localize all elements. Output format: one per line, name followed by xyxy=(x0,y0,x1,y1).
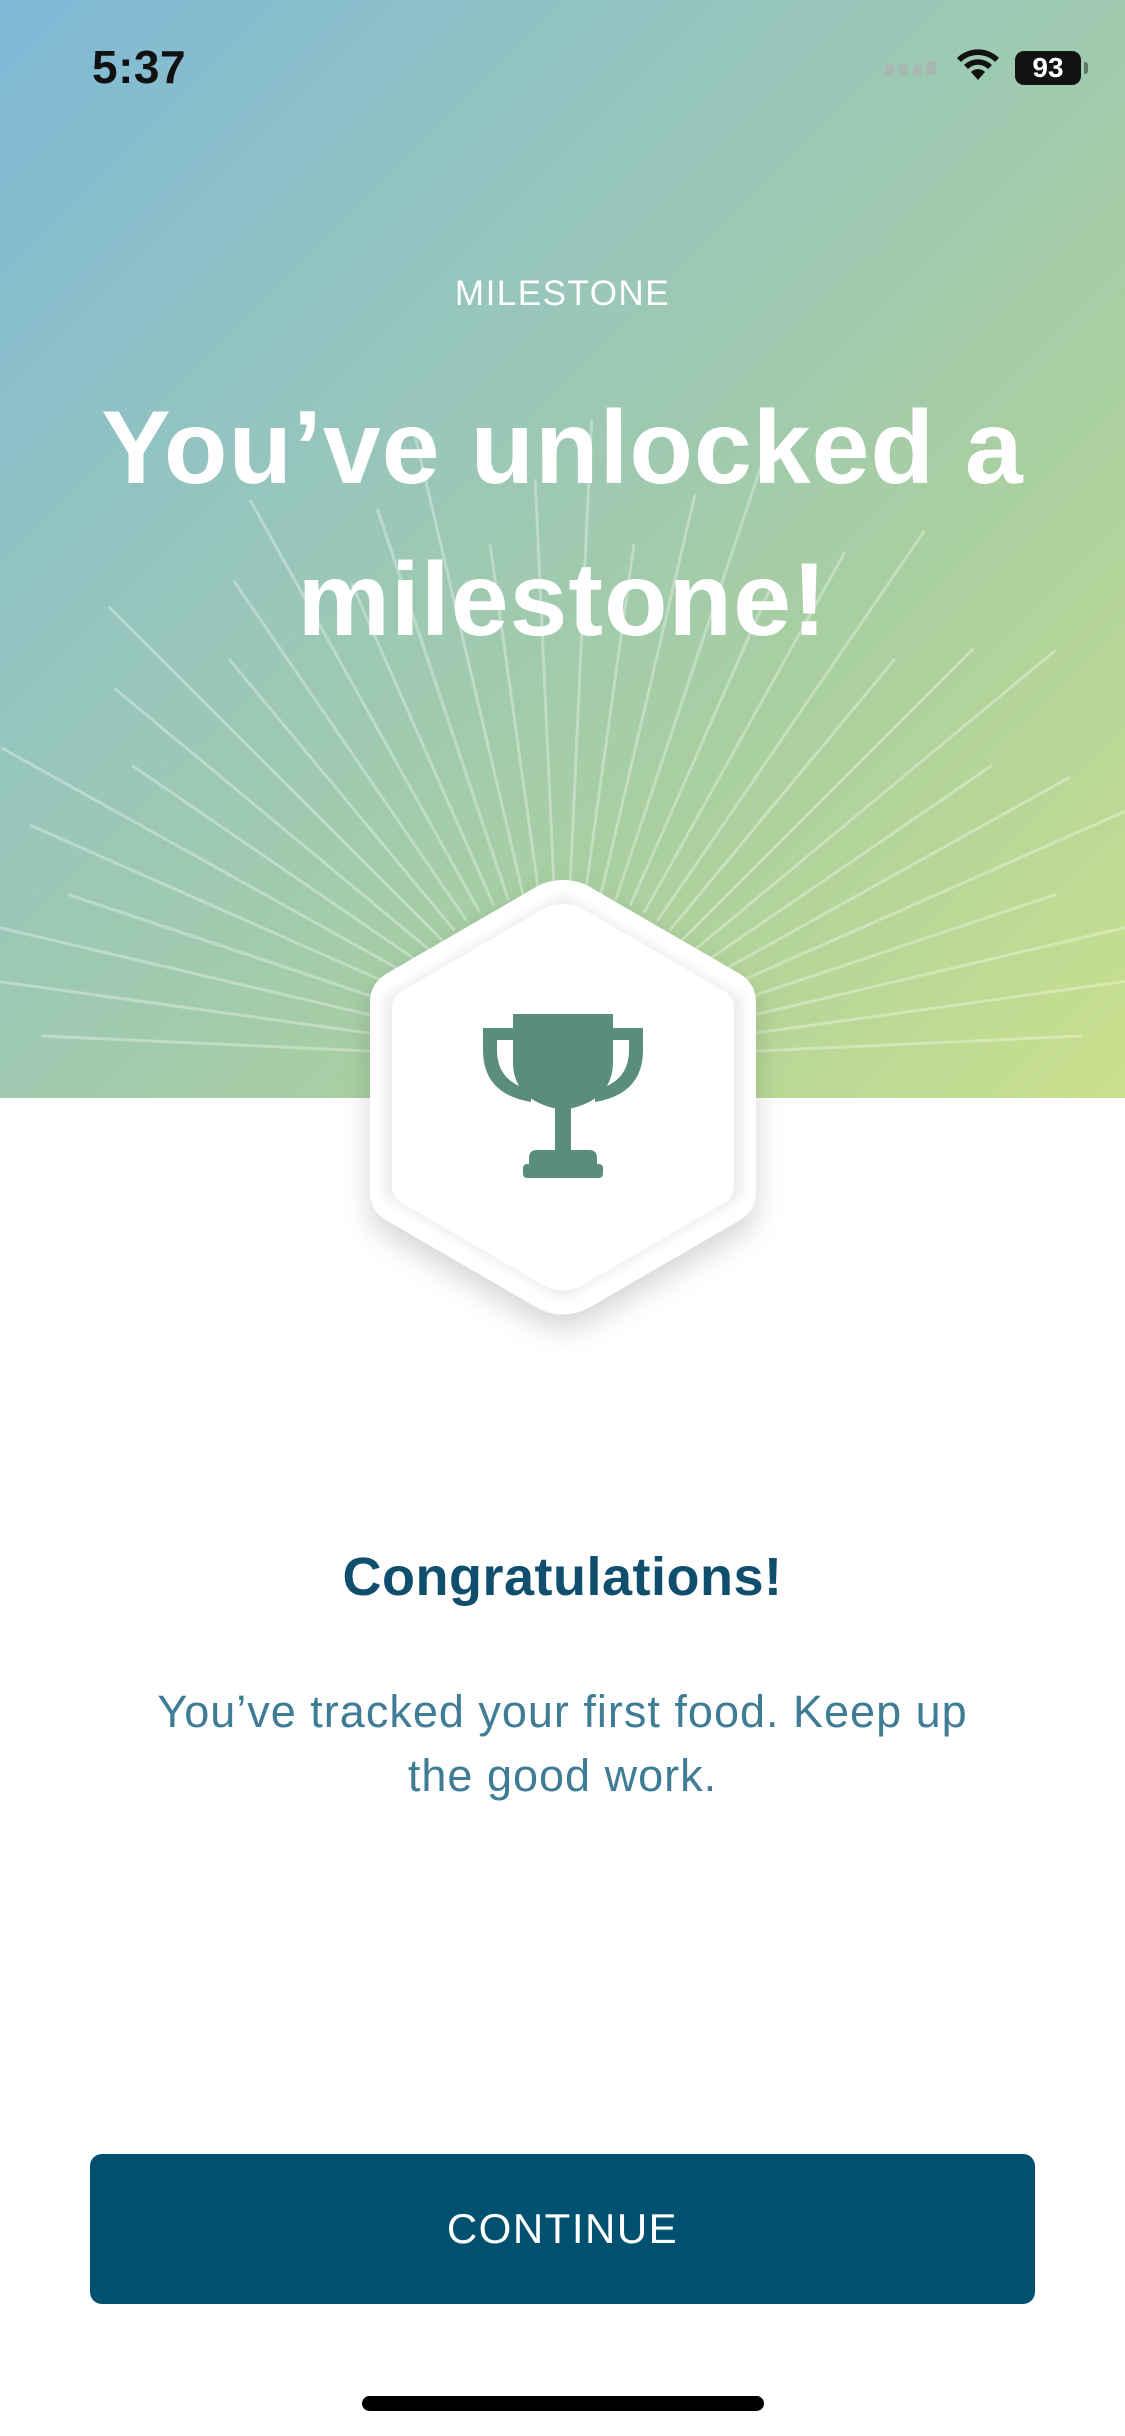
trophy-icon xyxy=(483,1014,643,1178)
sunburst-ray xyxy=(721,893,1057,1008)
sunburst-ray xyxy=(0,926,399,1023)
sunburst-ray xyxy=(29,824,408,993)
sunburst-ray xyxy=(716,809,1125,993)
sunburst-ray xyxy=(728,979,1125,1039)
sunburst-ray xyxy=(41,1034,394,1054)
status-time: 5:37 xyxy=(92,41,187,93)
milestone-message: You’ve tracked your first food. Keep up … xyxy=(157,1686,968,1801)
wifi-icon xyxy=(955,48,1001,87)
milestone-headline: You’ve unlocked a milestone! xyxy=(101,390,1024,658)
sunburst-ray xyxy=(725,926,1125,1023)
milestone-eyebrow: MILESTONE xyxy=(454,274,671,313)
milestone-screen: MILESTONE You’ve unlocked a milestone! 5… xyxy=(0,0,1125,2436)
sunburst-ray xyxy=(67,893,403,1008)
battery-icon: 93 xyxy=(1015,50,1088,85)
sunburst-ray xyxy=(0,980,396,1039)
signal-icon xyxy=(885,55,941,80)
continue-button[interactable]: CONTINUE xyxy=(90,2154,1035,2304)
congratulations-title: Congratulations! xyxy=(342,1547,783,1607)
milestone-badge xyxy=(358,872,768,1322)
status-bar: 5:37 93 xyxy=(0,0,1125,140)
sunburst-ray xyxy=(730,1034,1083,1054)
home-indicator[interactable] xyxy=(362,2396,764,2411)
status-icons: 93 xyxy=(885,48,1088,87)
